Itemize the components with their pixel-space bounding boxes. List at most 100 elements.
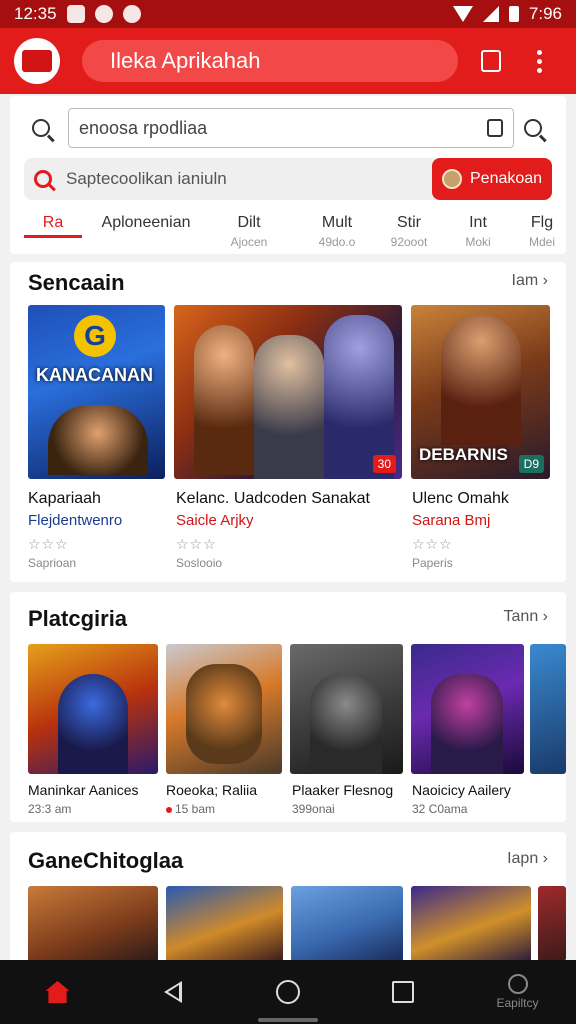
character-illustration <box>310 674 382 774</box>
home-circle-button[interactable] <box>230 960 345 1024</box>
profile-label: Eapiltcy <box>496 996 539 1010</box>
game-art[interactable]: 30 <box>174 305 402 479</box>
search-icon <box>34 170 52 188</box>
art-title: DEBARNIS <box>419 445 508 464</box>
card-subtitle: Sarana Bmj <box>412 512 491 529</box>
signal-icon <box>482 6 499 22</box>
character-illustration <box>48 405 148 475</box>
app-title-search[interactable]: Ileka Aprikahah <box>82 40 458 82</box>
bookmark-button[interactable] <box>476 46 506 76</box>
status-right-text: 7:96 <box>528 4 562 23</box>
bookmark-icon <box>481 50 501 72</box>
tab-all[interactable]: Ra <box>24 208 82 238</box>
card-meta: 23:3 am <box>28 802 72 816</box>
notification-icon <box>122 5 141 23</box>
character-illustration <box>441 315 521 445</box>
see-more-link[interactable]: Iapn › <box>507 850 548 868</box>
card-title[interactable]: Kapariaah <box>28 490 101 508</box>
character-illustration <box>58 674 128 774</box>
back-button[interactable] <box>115 960 230 1024</box>
search-card: enoosa rpodliaa Saptecoolikan ianiuln Pe… <box>10 96 566 254</box>
game-logo-icon: G <box>74 315 116 357</box>
app-bar: Ileka Aprikahah <box>0 28 576 94</box>
card-title[interactable]: Naoicicy Aailery <box>412 782 511 798</box>
card-meta: Paperis <box>412 556 453 570</box>
game-art[interactable] <box>28 886 158 962</box>
tab-category[interactable]: Mult 49do.o <box>310 208 364 249</box>
game-art[interactable] <box>290 644 403 774</box>
card-meta: Soslooio <box>176 556 223 570</box>
notification-icon <box>94 5 113 23</box>
game-art[interactable] <box>411 886 531 962</box>
card-subtitle: Flejdentwenro <box>28 512 123 529</box>
character-illustration <box>254 335 324 479</box>
tab-category[interactable]: Stir 92ooot <box>382 208 436 249</box>
circle-icon <box>275 980 300 1004</box>
tab-apps[interactable]: Aploneenian <box>90 208 202 232</box>
back-icon <box>163 981 182 1003</box>
rating-stars: ☆☆☆ <box>412 536 453 552</box>
art-badge: D9 <box>518 455 544 473</box>
search-input-value: enoosa rpodliaa <box>79 117 208 138</box>
status-bar: 12:35 7:96 <box>0 0 576 28</box>
app-logo[interactable] <box>14 38 60 84</box>
game-art[interactable] <box>28 644 158 774</box>
search-action-label: Penakoan <box>470 170 543 187</box>
home-button[interactable] <box>0 960 115 1024</box>
more-vert-icon <box>536 49 542 73</box>
see-more-link[interactable]: Tann › <box>504 608 548 626</box>
game-art[interactable] <box>538 886 566 962</box>
section-popular: Platcgiria Tann › Maninkar Aanices 23:3 … <box>10 592 566 822</box>
card-title[interactable]: Roeoka; Raliia <box>166 782 257 798</box>
character-illustration <box>431 674 503 774</box>
category-tabs: Ra Aploneenian Dilt Ajocen Mult 49do.o Sti… <box>10 208 566 249</box>
search-icon[interactable] <box>32 119 50 137</box>
card-title[interactable]: Plaaker Flesnog <box>292 782 393 798</box>
tab-category[interactable]: Int Moki <box>458 208 498 249</box>
clipboard-icon[interactable] <box>487 119 503 137</box>
search-suggestion[interactable]: Saptecoolikan ianiuln Penakoan <box>24 158 552 200</box>
section-title: GaneChitoglaa <box>28 848 184 873</box>
game-art[interactable] <box>166 886 283 962</box>
recents-button[interactable] <box>345 960 460 1024</box>
game-art[interactable]: G KANACANAN <box>28 305 165 479</box>
search-action-button[interactable]: Penakoan <box>432 158 552 200</box>
search-input[interactable]: enoosa rpodliaa <box>68 108 514 148</box>
home-icon <box>45 981 70 1003</box>
tab-category[interactable]: Dilt Ajocen <box>222 208 276 249</box>
profile-button[interactable]: Eapiltcy <box>460 960 575 1024</box>
card-meta: 15 bam <box>166 802 215 816</box>
rating-stars: ☆☆☆ <box>176 536 217 552</box>
overflow-menu-button[interactable] <box>524 46 554 76</box>
art-badge: 30 <box>372 455 396 473</box>
game-art[interactable] <box>291 886 403 962</box>
rating-stars: ☆☆☆ <box>28 536 69 552</box>
character-illustration <box>186 664 262 764</box>
card-meta: 399onai <box>292 802 335 816</box>
status-time: 12:35 <box>14 4 57 23</box>
game-art[interactable] <box>530 644 566 774</box>
section-featured: Sencaain Iam › G KANACANAN Kapariaah Fle… <box>10 262 566 582</box>
notification-icon <box>66 5 85 23</box>
section-game-catalog: GaneChitoglaa Iapn › <box>10 832 566 962</box>
search-submit-icon[interactable] <box>524 119 542 137</box>
home-indicator <box>258 1018 318 1022</box>
art-title: KANACANAN <box>36 365 153 385</box>
card-subtitle: Saicle Arjky <box>176 512 254 529</box>
card-title[interactable]: Kelanc. Uadcoden Sanakat <box>176 490 370 508</box>
card-meta: 32 C0ama <box>412 802 468 816</box>
card-meta: Saprioan <box>28 556 77 570</box>
card-title[interactable]: Ulenc Omahk <box>412 490 509 508</box>
character-illustration <box>194 325 254 475</box>
square-icon <box>391 981 414 1003</box>
tab-category[interactable]: Flg Mdei <box>522 208 562 249</box>
suggestion-text: Saptecoolikan ianiuln <box>66 169 227 188</box>
battery-icon <box>508 6 519 22</box>
section-title: Platcgiria <box>28 606 128 631</box>
card-title[interactable]: Maninkar Aanices <box>28 782 139 798</box>
see-more-link[interactable]: Iam › <box>512 272 548 290</box>
profile-icon <box>507 974 528 994</box>
game-art[interactable] <box>411 644 524 774</box>
game-art[interactable] <box>166 644 282 774</box>
game-art[interactable]: DEBARNIS D9 <box>411 305 550 479</box>
